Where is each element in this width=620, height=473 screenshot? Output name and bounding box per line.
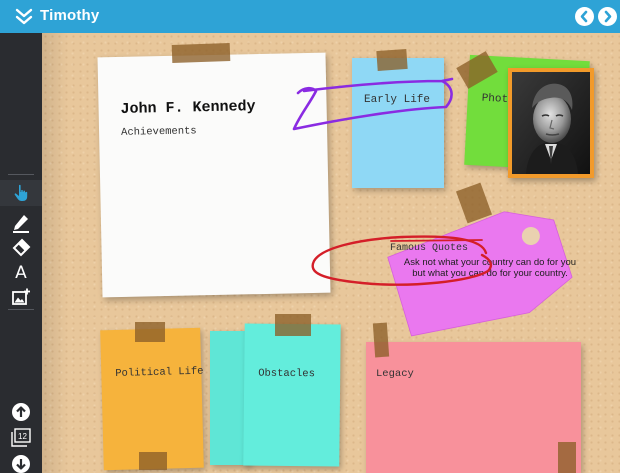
chevron-right-icon [604, 10, 612, 23]
board-owner-title: Timothy [40, 7, 100, 24]
scroll-down-button[interactable] [0, 451, 42, 473]
collapse-chevrons-icon[interactable] [14, 7, 34, 27]
sidebar-divider [8, 174, 34, 175]
page-number: 12 [18, 432, 27, 441]
arrow-down-circle-icon [12, 455, 30, 473]
hand-tool-button[interactable] [0, 180, 42, 206]
cork-board-canvas[interactable]: John F. Kennedy Achievements Early Life … [42, 33, 620, 473]
red-ink-stroke [311, 235, 493, 286]
pen-tool-button[interactable] [0, 210, 42, 236]
text-tool-button[interactable]: A [0, 260, 42, 286]
eraser-icon [12, 238, 31, 257]
tool-sidebar: A 12 [0, 33, 42, 473]
purple-ink-stroke [292, 77, 454, 131]
chevron-left-icon [580, 10, 588, 23]
text-letter-icon: A [15, 263, 27, 283]
pencil-icon [13, 215, 29, 233]
add-image-tool-button[interactable] [0, 284, 42, 310]
arrow-up-circle-icon [12, 403, 30, 421]
hand-pointer-icon [14, 184, 28, 201]
eraser-tool-button[interactable] [0, 235, 42, 261]
app-window: Timothy A 12 John F. Kennedy Achievement… [0, 0, 620, 473]
ink-annotations-layer [292, 77, 493, 286]
previous-page-button[interactable] [575, 7, 594, 26]
next-page-button[interactable] [598, 7, 617, 26]
sidebar-divider [8, 309, 34, 310]
pages-stack-icon: 12 [11, 428, 31, 447]
image-plus-icon [12, 288, 30, 305]
page-counter[interactable]: 12 [0, 425, 42, 449]
red-ink-underline [390, 239, 483, 242]
top-bar: Timothy [0, 0, 620, 33]
scroll-up-button[interactable] [0, 399, 42, 425]
